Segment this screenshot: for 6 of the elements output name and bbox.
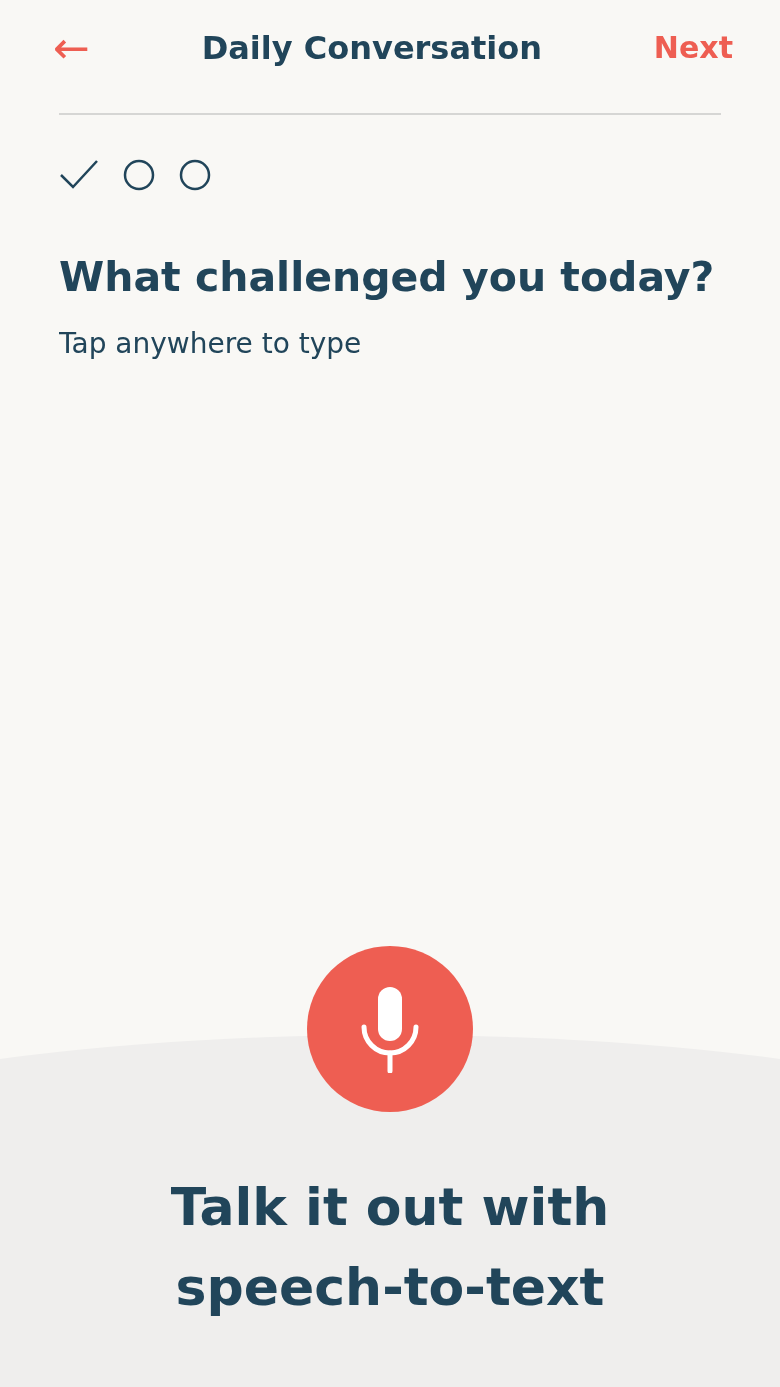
next-button[interactable]: Next bbox=[653, 30, 733, 65]
screen-title: Daily Conversation bbox=[201, 28, 543, 67]
back-button[interactable]: ← bbox=[53, 25, 90, 70]
answer-field[interactable]: Tap anywhere to type bbox=[59, 327, 721, 946]
speech-prompt: Talk it out with speech-to-text bbox=[169, 1176, 611, 1319]
question-heading: What challenged you today? bbox=[59, 252, 716, 303]
